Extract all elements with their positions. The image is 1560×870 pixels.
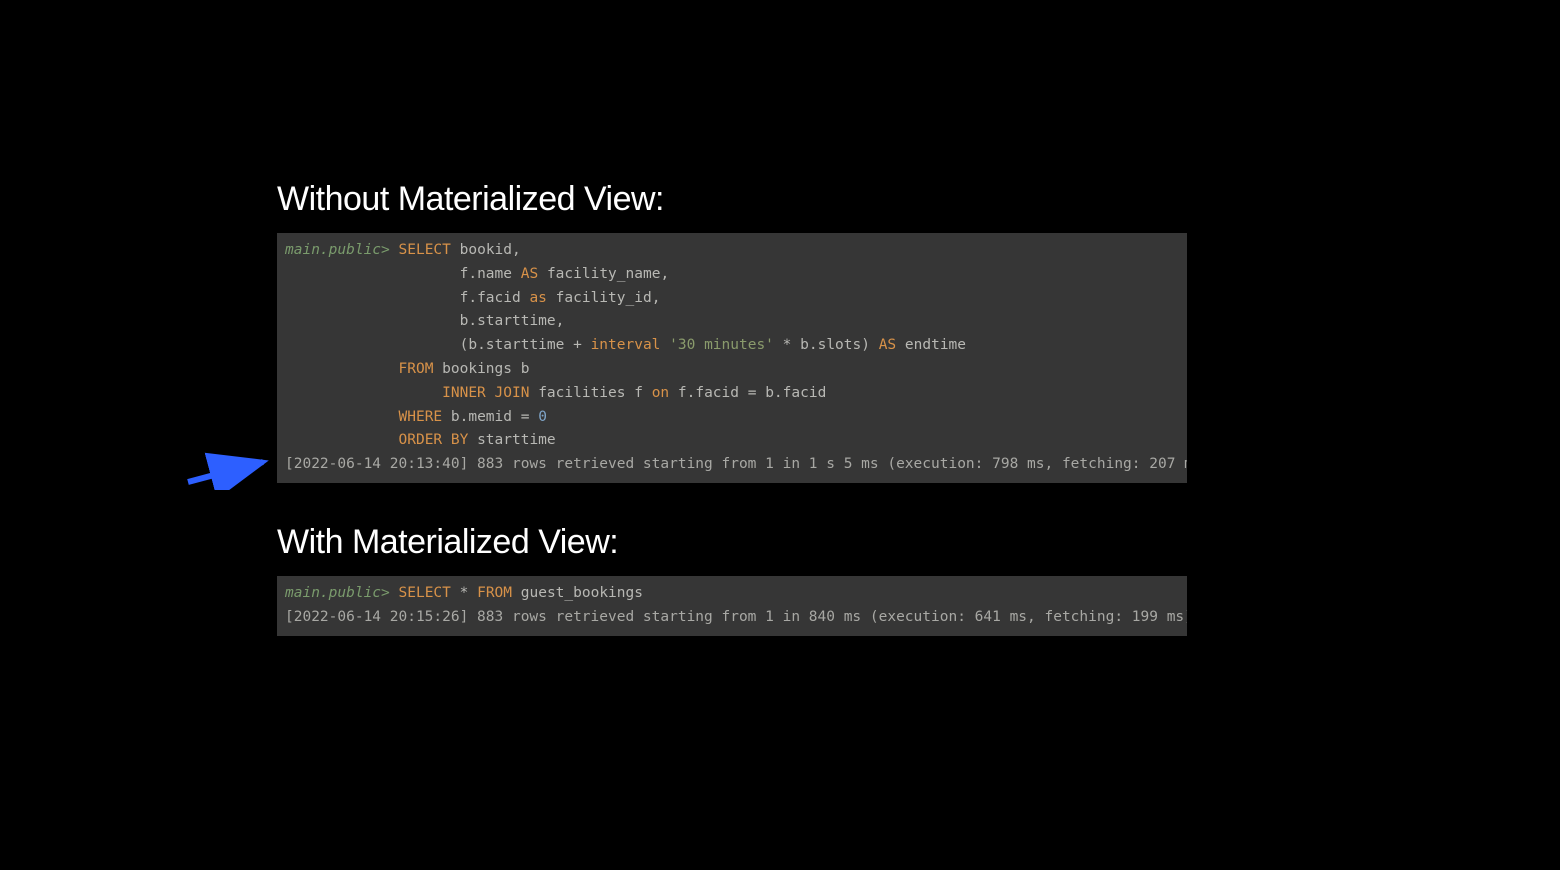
code-block-with: main.public> SELECT * FROM guest_booking… (277, 576, 1187, 636)
code-block-without: main.public> SELECT bookid, f.name AS fa… (277, 233, 1187, 483)
col-ffacid: f.facid (460, 290, 521, 306)
kw-innerjoin: INNER JOIN (442, 385, 529, 401)
kw-as: AS (521, 266, 538, 282)
kw-select: SELECT (399, 242, 451, 258)
kw-where: WHERE (399, 409, 443, 425)
kw-select: SELECT (399, 585, 451, 601)
str-30min: '30 minutes' (669, 337, 774, 353)
alias-facid: facility_id (556, 290, 652, 306)
kw-as: as (529, 290, 546, 306)
result-line-2: [2022-06-14 20:15:26] 883 rows retrieved… (285, 609, 1187, 625)
col-bstart: b.starttime (460, 313, 556, 329)
result-line-1: [2022-06-14 20:13:40] 883 rows retrieved… (285, 456, 1187, 472)
kw-on: on (652, 385, 669, 401)
num-zero: 0 (538, 409, 547, 425)
slide-content: Without Materialized View: main.public> … (277, 180, 1187, 636)
prompt: main.public> (285, 242, 390, 258)
col-bookid: bookid (460, 242, 512, 258)
kw-from: FROM (399, 361, 434, 377)
tbl-bookings: bookings b (442, 361, 529, 377)
expr-bstart: b.starttime (468, 337, 564, 353)
expr-bslots: b.slots (800, 337, 861, 353)
alias-facname: facility_name (547, 266, 661, 282)
tbl-guest-bookings: guest_bookings (521, 585, 643, 601)
on-cond: f.facid = b.facid (678, 385, 826, 401)
col-fname: f.name (460, 266, 512, 282)
kw-from: FROM (477, 585, 512, 601)
tbl-facilities: facilities f (538, 385, 643, 401)
kw-as: AS (879, 337, 896, 353)
orderby-col: starttime (477, 432, 556, 448)
where-cond: b.memid = (451, 409, 530, 425)
alias-endtime: endtime (905, 337, 966, 353)
heading-with: With Materialized View: (277, 523, 1187, 562)
kw-orderby: ORDER BY (399, 432, 469, 448)
prompt: main.public> (285, 585, 390, 601)
kw-interval: interval (591, 337, 661, 353)
arrow-icon (183, 450, 273, 490)
heading-without: Without Materialized View: (277, 180, 1187, 219)
